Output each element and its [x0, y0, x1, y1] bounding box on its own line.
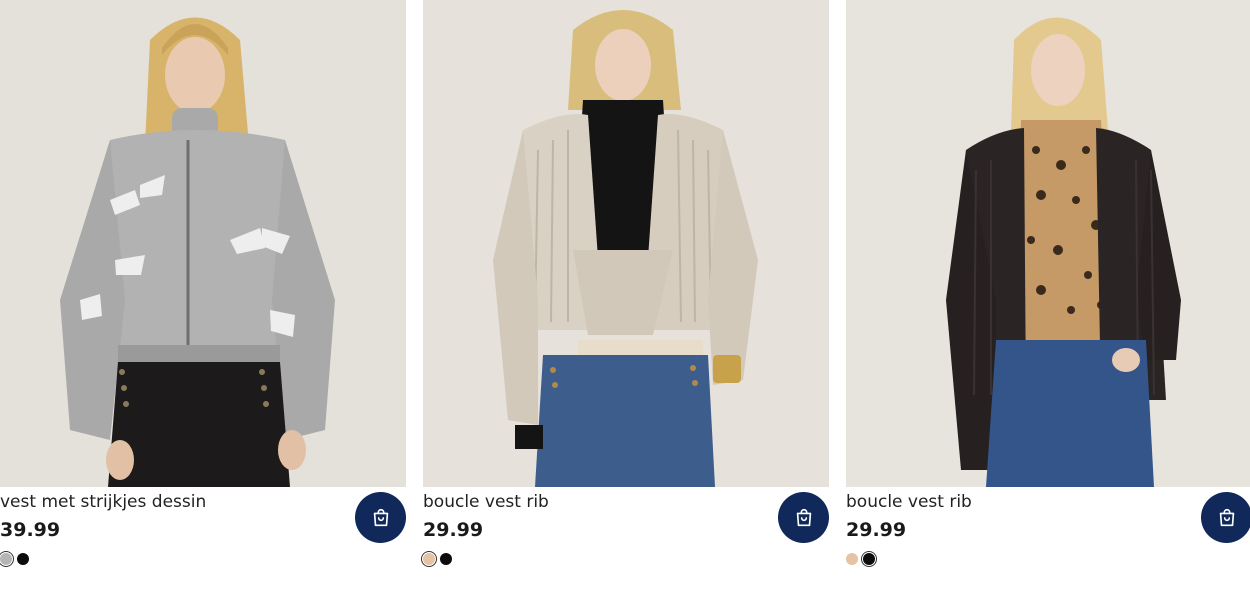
color-swatches — [0, 551, 29, 567]
color-swatches — [846, 551, 875, 567]
product-card: boucle vest rib 29.99 — [846, 0, 1250, 607]
color-swatch[interactable] — [440, 553, 452, 565]
color-swatch[interactable] — [846, 553, 858, 565]
product-price: 29.99 — [423, 519, 484, 541]
product-title[interactable]: boucle vest rib — [423, 492, 549, 512]
product-card: boucle vest rib 29.99 — [423, 0, 829, 607]
product-image[interactable] — [0, 0, 406, 487]
product-grid: vest met strijkjes dessin 39.99 boucle v… — [0, 0, 1250, 607]
add-to-cart-button[interactable] — [355, 492, 406, 543]
shopping-bag-icon — [1216, 507, 1238, 529]
color-swatch[interactable] — [423, 553, 435, 565]
product-photo-illustration — [0, 0, 406, 487]
product-title[interactable]: vest met strijkjes dessin — [0, 492, 206, 512]
shopping-bag-icon — [793, 507, 815, 529]
add-to-cart-button[interactable] — [1201, 492, 1250, 543]
color-swatch[interactable] — [863, 553, 875, 565]
shopping-bag-icon — [370, 507, 392, 529]
color-swatches — [423, 551, 452, 567]
color-swatch[interactable] — [17, 553, 29, 565]
product-price: 29.99 — [846, 519, 907, 541]
color-swatch[interactable] — [0, 553, 12, 565]
product-image[interactable] — [423, 0, 829, 487]
product-photo-illustration — [846, 0, 1250, 487]
product-card: vest met strijkjes dessin 39.99 — [0, 0, 406, 607]
product-image[interactable] — [846, 0, 1250, 487]
product-title[interactable]: boucle vest rib — [846, 492, 972, 512]
product-photo-illustration — [423, 0, 829, 487]
add-to-cart-button[interactable] — [778, 492, 829, 543]
product-price: 39.99 — [0, 519, 61, 541]
